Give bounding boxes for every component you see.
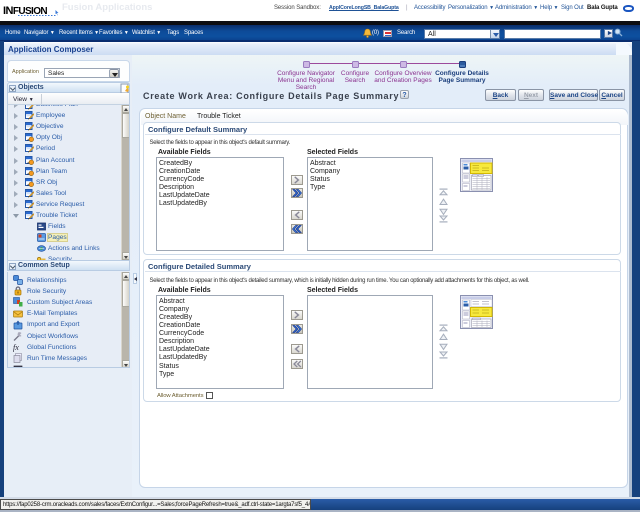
svg-text:fx: fx: [13, 343, 19, 352]
